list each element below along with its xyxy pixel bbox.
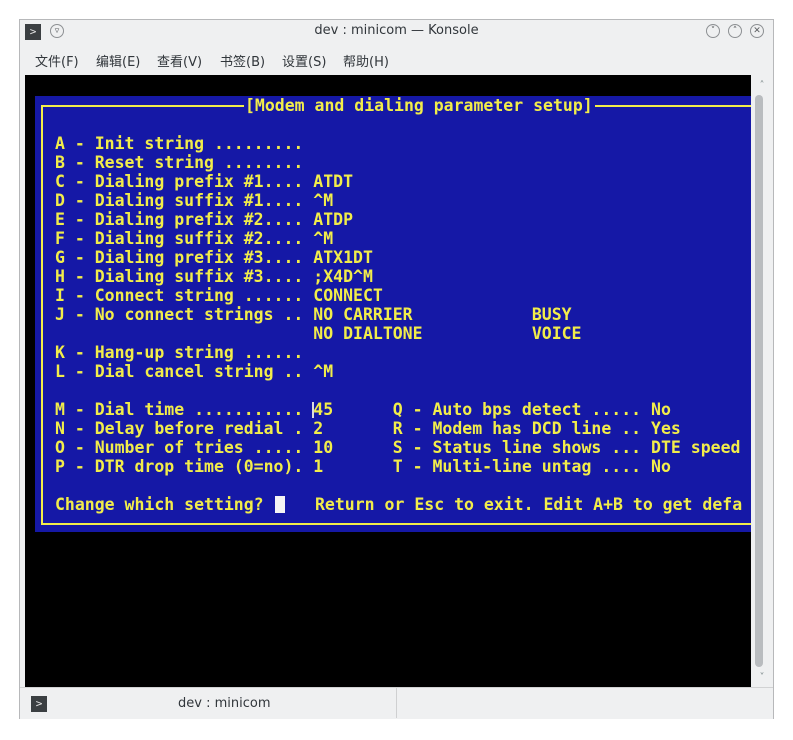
dialog-border-top-left — [41, 105, 244, 107]
menu-edit[interactable]: 编辑(E) — [96, 51, 140, 70]
scroll-down-icon[interactable]: ˅ — [755, 673, 769, 683]
setting-line-e: E - Dialing prefix #2.... ATDP — [55, 210, 354, 229]
setting-line-d: D - Dialing suffix #1.... ^M — [55, 191, 334, 210]
setting-line-j: J - No connect strings .. NO CARRIER BUS… — [55, 305, 572, 324]
menu-bar: 文件(F) 编辑(E) 查看(V) 书签(B) 设置(S) 帮助(H) — [20, 44, 773, 74]
setting-line-g: G - Dialing prefix #3.... ATX1DT — [55, 248, 373, 267]
prompt-line: Change which setting? — [55, 495, 264, 514]
dialog-title: [Modem and dialing parameter setup] — [245, 96, 593, 115]
setting-line-b: B - Reset string ........ — [55, 153, 304, 172]
setting-line-p-t: P - DTR drop time (0=no). 1 T - Multi-li… — [55, 457, 671, 476]
scroll-up-icon[interactable]: ˄ — [755, 81, 769, 91]
tab-dev-minicom[interactable]: > dev : minicom — [20, 688, 397, 718]
window-title: dev : minicom — Konsole — [314, 23, 479, 38]
tab-label: dev : minicom — [178, 696, 271, 711]
setting-line-h: H - Dialing suffix #3.... ;X4D^M — [55, 267, 373, 286]
mouse-ibeam-cursor — [312, 402, 314, 418]
setting-line-a: A - Init string ......... — [55, 134, 304, 153]
dialog-border-bottom — [41, 523, 751, 525]
setting-line-f: F - Dialing suffix #2.... ^M — [55, 229, 334, 248]
close-icon[interactable]: ✕ — [750, 24, 764, 38]
setting-line-j-cont: NO DIALTONE VOICE — [55, 324, 582, 343]
text-cursor — [275, 496, 285, 513]
minimize-icon[interactable]: ˅ — [706, 24, 720, 38]
setting-line-o-s: O - Number of tries ..... 10 S - Status … — [55, 438, 741, 457]
setting-line-m-q: M - Dial time ........... 45 Q - Auto bp… — [55, 400, 671, 419]
menu-file[interactable]: 文件(F) — [35, 51, 79, 70]
setting-line-c: C - Dialing prefix #1.... ATDT — [55, 172, 354, 191]
setting-line-n-r: N - Delay before redial . 2 R - Modem ha… — [55, 419, 681, 438]
setting-line-i: I - Connect string ...... CONNECT — [55, 286, 383, 305]
konsole-window: > ▿ dev : minicom — Konsole ˅ ˄ ✕ 文件(F) … — [19, 19, 774, 719]
tab-bar: > dev : minicom — [20, 687, 773, 719]
menu-help[interactable]: 帮助(H) — [343, 51, 389, 70]
modem-setup-dialog: [Modem and dialing parameter setup] A - … — [35, 96, 751, 532]
terminal-tab-icon: > — [31, 696, 47, 712]
setting-line-l: L - Dial cancel string .. ^M — [55, 362, 334, 381]
scroll-thumb[interactable] — [755, 95, 763, 667]
dialog-border-left — [41, 105, 43, 523]
menu-bookmarks[interactable]: 书签(B) — [220, 51, 265, 70]
menu-view[interactable]: 查看(V) — [157, 51, 202, 70]
dialog-border-top-right — [595, 105, 751, 107]
vertical-scrollbar[interactable]: ˄ ˅ — [751, 75, 773, 687]
footer-hint: Return or Esc to exit. Edit A+B to get d… — [315, 495, 743, 514]
menu-settings[interactable]: 设置(S) — [282, 51, 326, 70]
setting-line-k: K - Hang-up string ...... — [55, 343, 304, 362]
maximize-icon[interactable]: ˄ — [728, 24, 742, 38]
title-bar[interactable]: > ▿ dev : minicom — Konsole ˅ ˄ ✕ — [20, 20, 773, 44]
terminal-area[interactable]: [Modem and dialing parameter setup] A - … — [25, 75, 751, 687]
